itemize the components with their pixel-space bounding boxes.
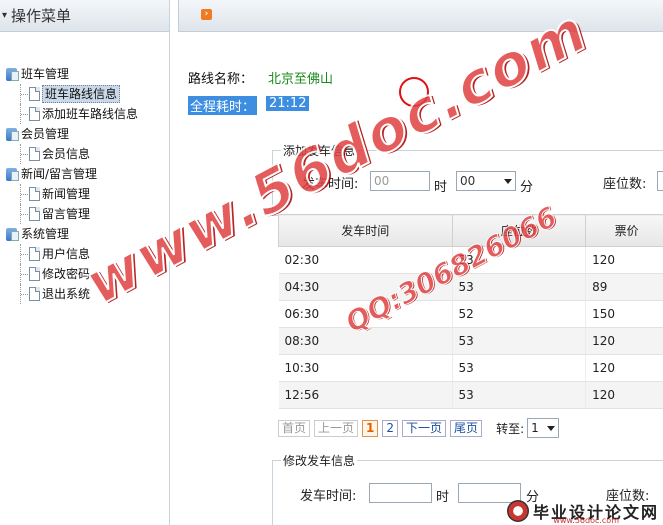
tree-item-label: 退出系统	[42, 287, 91, 301]
cell-price: 150	[585, 300, 663, 328]
table-row[interactable]: 08:30 53 120	[278, 327, 663, 355]
corner-logo-watermark: 毕业设计论文网 www.56doc.com	[506, 499, 659, 525]
main-header: ›	[178, 0, 663, 32]
logo-icon	[506, 500, 529, 522]
seats-input[interactable]	[657, 171, 663, 191]
seats-label: 座位数:	[603, 177, 647, 192]
minute-select[interactable]: 00	[456, 171, 516, 191]
edit-hour-input[interactable]	[369, 483, 432, 503]
edit-hour-unit-label: 时	[436, 490, 450, 505]
duration-label: 全程耗时：	[188, 96, 258, 115]
next-page-button[interactable]: 下一页	[402, 419, 447, 437]
tree-item-label: 新闻管理	[42, 187, 91, 201]
cell-time: 12:56	[278, 381, 453, 409]
logo-url: www.56doc.com	[553, 516, 619, 525]
pagination: 首页 上一页 1 2 下一页 尾页 转至: 1	[278, 418, 560, 438]
tree-group-bus[interactable]: 班车管理	[6, 64, 138, 84]
cell-seats: 53	[452, 381, 587, 409]
cell-price: 120	[585, 246, 663, 274]
tree-group-news[interactable]: 新闻/留言管理	[6, 164, 138, 184]
table-row[interactable]: 06:30 52 150	[278, 300, 663, 328]
tree-group-label: 班车管理	[21, 67, 70, 81]
table-row[interactable]: 10:30 53 120	[278, 354, 663, 382]
tree-item-label: 班车路线信息	[42, 85, 121, 103]
cell-seats: 53	[452, 273, 587, 301]
page-button-1[interactable]: 1	[362, 419, 379, 437]
document-icon	[29, 187, 40, 201]
tree-item-news[interactable]: 新闻管理	[6, 184, 138, 204]
chevron-down-icon	[504, 179, 512, 184]
tree-item-route-info[interactable]: 班车路线信息	[6, 84, 138, 104]
edit-departure-legend: 修改发车信息	[283, 454, 356, 468]
cell-price: 89	[585, 273, 663, 301]
cell-time: 10:30	[278, 354, 453, 382]
tree-group-label: 系统管理	[21, 227, 70, 241]
first-page-button[interactable]: 首页	[278, 419, 311, 437]
minute-unit-label: 分	[520, 180, 534, 195]
tree-item-add-route[interactable]: 添加班车路线信息	[6, 104, 138, 124]
folder-icon	[6, 227, 19, 241]
cell-price: 120	[585, 327, 663, 355]
tree-group-label: 新闻/留言管理	[21, 167, 98, 181]
document-icon	[29, 267, 40, 281]
document-icon	[29, 87, 40, 101]
duration-value: 21:12	[266, 96, 310, 111]
tree-group-members[interactable]: 会员管理	[6, 124, 138, 144]
tree-item-member-info[interactable]: 会员信息	[6, 144, 138, 164]
document-icon	[29, 147, 40, 161]
route-name-label: 路线名称：	[188, 72, 254, 87]
table-row[interactable]: 12:56 53 120	[278, 381, 663, 409]
goto-page-select[interactable]: 1	[527, 418, 560, 438]
sidebar-title: 操作菜单	[11, 7, 72, 25]
hour-input[interactable]: 00	[370, 171, 430, 191]
document-icon	[29, 247, 40, 261]
cell-seats: 53	[452, 327, 587, 355]
collapse-triangle-icon[interactable]: ▾	[2, 10, 7, 21]
document-icon	[29, 107, 40, 121]
folder-icon	[6, 167, 19, 181]
tree-item-label: 会员信息	[42, 147, 91, 161]
document-icon	[29, 287, 40, 301]
prev-page-button[interactable]: 上一页	[314, 419, 359, 437]
tree-item-messages[interactable]: 留言管理	[6, 204, 138, 224]
goto-label: 转至:	[496, 421, 525, 436]
chevron-down-icon	[547, 426, 556, 431]
column-header[interactable]: 发车时间	[278, 214, 453, 247]
tree-item-label: 留言管理	[42, 207, 91, 221]
sidebar-header: ▾ 操作菜单	[0, 0, 169, 32]
last-page-button[interactable]: 尾页	[450, 419, 483, 437]
column-header[interactable]: 票价	[585, 214, 663, 247]
folder-icon	[6, 67, 19, 81]
arrow-right-icon[interactable]: ›	[201, 9, 212, 20]
cell-seats: 53	[452, 354, 587, 382]
cell-price: 120	[585, 381, 663, 409]
tree-item-label: 添加班车路线信息	[42, 107, 139, 121]
edit-departure-time-label: 发车时间:	[300, 489, 357, 504]
tree-group-label: 会员管理	[21, 127, 70, 141]
folder-icon	[6, 127, 19, 141]
route-name-value: 北京至佛山	[268, 72, 334, 87]
cell-price: 120	[585, 354, 663, 382]
page-button-2[interactable]: 2	[382, 419, 399, 437]
document-icon	[29, 207, 40, 221]
hour-unit-label: 时	[434, 180, 448, 195]
cell-seats: 52	[452, 300, 587, 328]
